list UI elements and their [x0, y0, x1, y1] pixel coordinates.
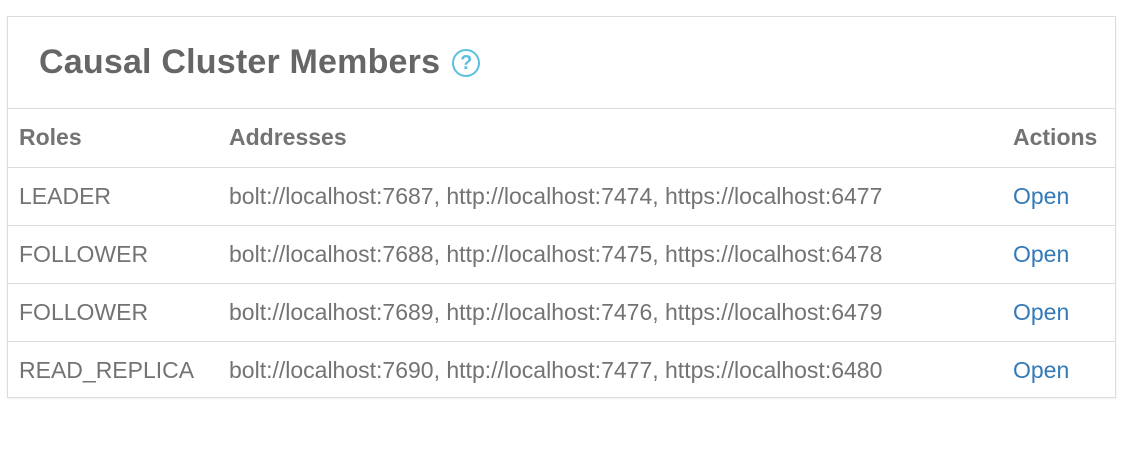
open-link[interactable]: Open — [1013, 183, 1069, 209]
addresses-cell: bolt://localhost:7689, http://localhost:… — [218, 283, 1002, 342]
open-link[interactable]: Open — [1013, 241, 1069, 267]
cluster-members-panel: Causal Cluster Members ? Roles Addresses… — [7, 16, 1116, 398]
actions-cell: Open — [1002, 283, 1115, 342]
panel-title: Causal Cluster Members — [39, 43, 441, 81]
actions-cell: Open — [1002, 341, 1115, 399]
role-cell: LEADER — [8, 167, 218, 226]
addresses-cell: bolt://localhost:7688, http://localhost:… — [218, 225, 1002, 284]
table-header-row: Roles Addresses Actions — [8, 109, 1115, 168]
open-link[interactable]: Open — [1013, 357, 1069, 383]
table-row: LEADER bolt://localhost:7687, http://loc… — [8, 167, 1115, 226]
column-header-addresses: Addresses — [218, 109, 1002, 168]
column-header-roles: Roles — [8, 109, 218, 168]
table-row: FOLLOWER bolt://localhost:7688, http://l… — [8, 225, 1115, 284]
addresses-cell: bolt://localhost:7690, http://localhost:… — [229, 356, 883, 383]
column-header-actions: Actions — [1002, 109, 1115, 168]
actions-cell: Open — [1002, 167, 1115, 226]
table-row: READ_REPLICA bolt://localhost:7690, http… — [8, 341, 1115, 399]
table-row: FOLLOWER bolt://localhost:7689, http://l… — [8, 283, 1115, 342]
actions-cell: Open — [1002, 225, 1115, 284]
cluster-members-table: Roles Addresses Actions LEADER bolt://lo… — [8, 109, 1115, 399]
addresses-cell: bolt://localhost:7687, http://localhost:… — [218, 167, 1002, 226]
role-cell: READ_REPLICA — [19, 356, 195, 383]
question-circle-icon[interactable]: ? — [452, 48, 481, 77]
open-link[interactable]: Open — [1013, 299, 1069, 325]
role-cell: FOLLOWER — [8, 283, 218, 342]
role-cell: FOLLOWER — [8, 225, 218, 284]
panel-header: Causal Cluster Members ? — [8, 17, 1115, 109]
